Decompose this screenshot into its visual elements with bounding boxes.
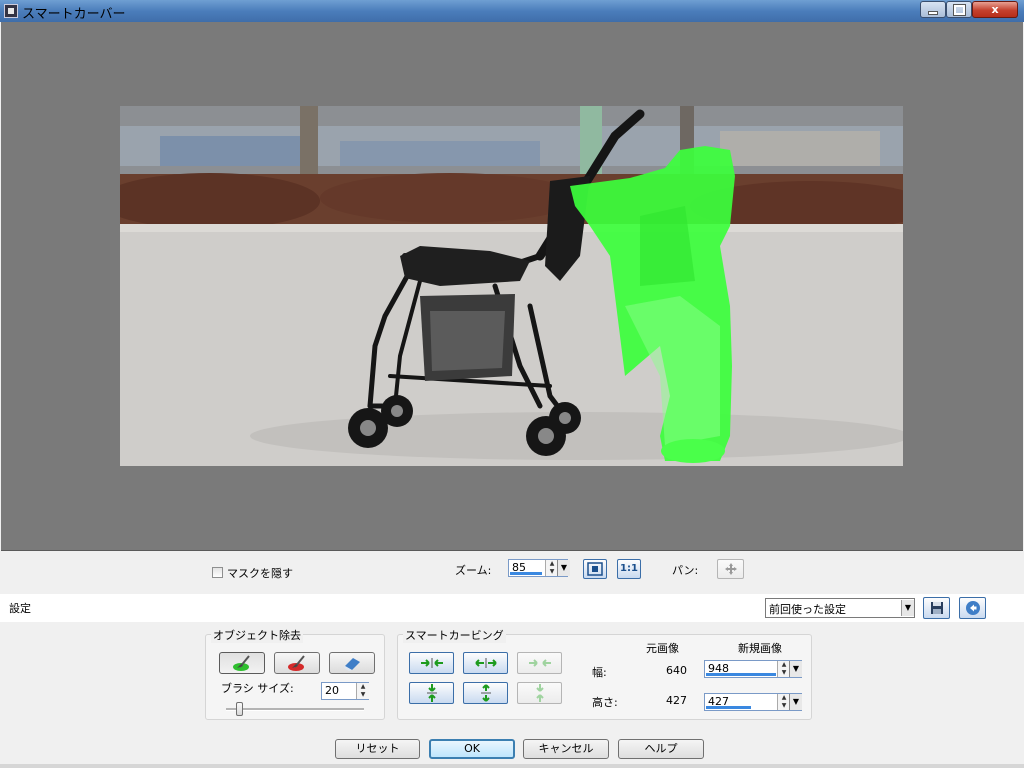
height-label: 高さ:: [592, 696, 618, 709]
title-bar[interactable]: スマートカーバー x: [0, 0, 1024, 22]
close-button[interactable]: x: [972, 1, 1018, 18]
pan-label: パン:: [672, 564, 699, 577]
move-icon: [724, 563, 737, 575]
reset-horizontal-button[interactable]: [517, 652, 562, 674]
cancel-button[interactable]: キャンセル: [523, 739, 609, 759]
preview-canvas[interactable]: [1, 22, 1023, 551]
save-settings-button[interactable]: [923, 597, 950, 619]
original-width-value: 640: [666, 664, 687, 677]
help-button-label: ヘルプ: [644, 742, 678, 755]
width-label: 幅:: [592, 666, 607, 679]
remove-brush-icon: [288, 655, 305, 671]
brush-size-input[interactable]: 20 ▲ ▼: [321, 682, 369, 700]
zoom-input[interactable]: 85 ▲ ▼ ▼: [508, 559, 570, 577]
reset-vertical-icon: [535, 684, 544, 702]
expand-vertical-icon: [480, 684, 491, 702]
fit-to-window-button[interactable]: [583, 559, 607, 579]
reset-button-label: リセット: [355, 742, 400, 755]
minimize-icon: [928, 11, 938, 15]
brush-size-value: 20: [325, 684, 339, 697]
revert-settings-button[interactable]: [959, 597, 986, 619]
cancel-button-label: キャンセル: [538, 742, 594, 755]
settings-dropdown-arrow[interactable]: ▼: [901, 600, 914, 616]
smart-carving-title: スマートカービング: [403, 627, 506, 643]
window-title: スマートカーバー: [22, 7, 126, 22]
reset-button[interactable]: リセット: [335, 739, 420, 759]
bottom-edge: [0, 764, 1024, 768]
maximize-icon: [952, 4, 966, 16]
eraser-icon: [344, 658, 360, 671]
new-width-input[interactable]: 948 ▲ ▼ ▼: [704, 660, 802, 678]
minimize-button[interactable]: [920, 1, 946, 18]
original-height-value: 427: [666, 694, 687, 707]
eraser-button[interactable]: [329, 652, 375, 674]
settings-label: 設定: [9, 602, 31, 615]
new-width-dropdown-arrow[interactable]: ▼: [789, 661, 802, 677]
settings-preset-select[interactable]: 前回使った設定 ▼: [765, 598, 915, 618]
shrink-horizontal-button[interactable]: [409, 652, 454, 674]
reset-horizontal-icon: [528, 659, 551, 667]
brush-size-label: ブラシ サイズ:: [221, 682, 294, 695]
actual-size-button[interactable]: 1:1: [617, 559, 641, 579]
settings-preset-value: 前回使った設定: [769, 603, 846, 616]
new-height-dropdown-arrow[interactable]: ▼: [789, 694, 802, 710]
help-button[interactable]: ヘルプ: [618, 739, 704, 759]
hide-mask-label: マスクを隠す: [227, 567, 293, 580]
pan-button[interactable]: [717, 559, 744, 579]
fit-to-window-icon: [587, 562, 603, 576]
keep-brush-button[interactable]: [219, 652, 265, 674]
keep-brush-icon: [233, 655, 250, 671]
new-image-header: 新規画像: [738, 642, 782, 655]
zoom-label: ズーム:: [455, 564, 492, 577]
reset-vertical-button[interactable]: [517, 682, 562, 704]
zoom-dropdown-arrow[interactable]: ▼: [557, 560, 570, 576]
zoom-level-bar: [510, 572, 542, 575]
back-arrow-icon: [965, 601, 980, 615]
shrink-horizontal-icon: [420, 658, 443, 668]
expand-horizontal-button[interactable]: [463, 652, 508, 674]
expand-vertical-button[interactable]: [463, 682, 508, 704]
object-removal-title: オブジェクト除去: [211, 627, 303, 643]
remove-brush-button[interactable]: [274, 652, 320, 674]
new-height-input[interactable]: 427 ▲ ▼ ▼: [704, 693, 802, 711]
shrink-vertical-icon: [426, 684, 437, 702]
brush-size-spinner[interactable]: ▲ ▼: [356, 683, 369, 699]
new-height-bar: [706, 706, 751, 709]
expand-horizontal-icon: [474, 658, 497, 668]
ok-button-label: OK: [464, 742, 480, 755]
ok-button[interactable]: OK: [429, 739, 515, 759]
preview-image[interactable]: [120, 106, 903, 466]
close-icon: x: [991, 3, 999, 16]
app-icon: [4, 4, 18, 18]
maximize-button[interactable]: [946, 1, 972, 18]
new-width-bar: [706, 673, 776, 676]
original-image-header: 元画像: [646, 642, 679, 655]
floppy-disk-icon: [930, 602, 943, 614]
hide-mask-checkbox[interactable]: [212, 567, 223, 578]
brush-size-slider-track[interactable]: [226, 708, 364, 711]
shrink-vertical-button[interactable]: [409, 682, 454, 704]
actual-size-label: 1:1: [620, 563, 638, 574]
brush-size-slider-thumb[interactable]: [235, 702, 243, 716]
